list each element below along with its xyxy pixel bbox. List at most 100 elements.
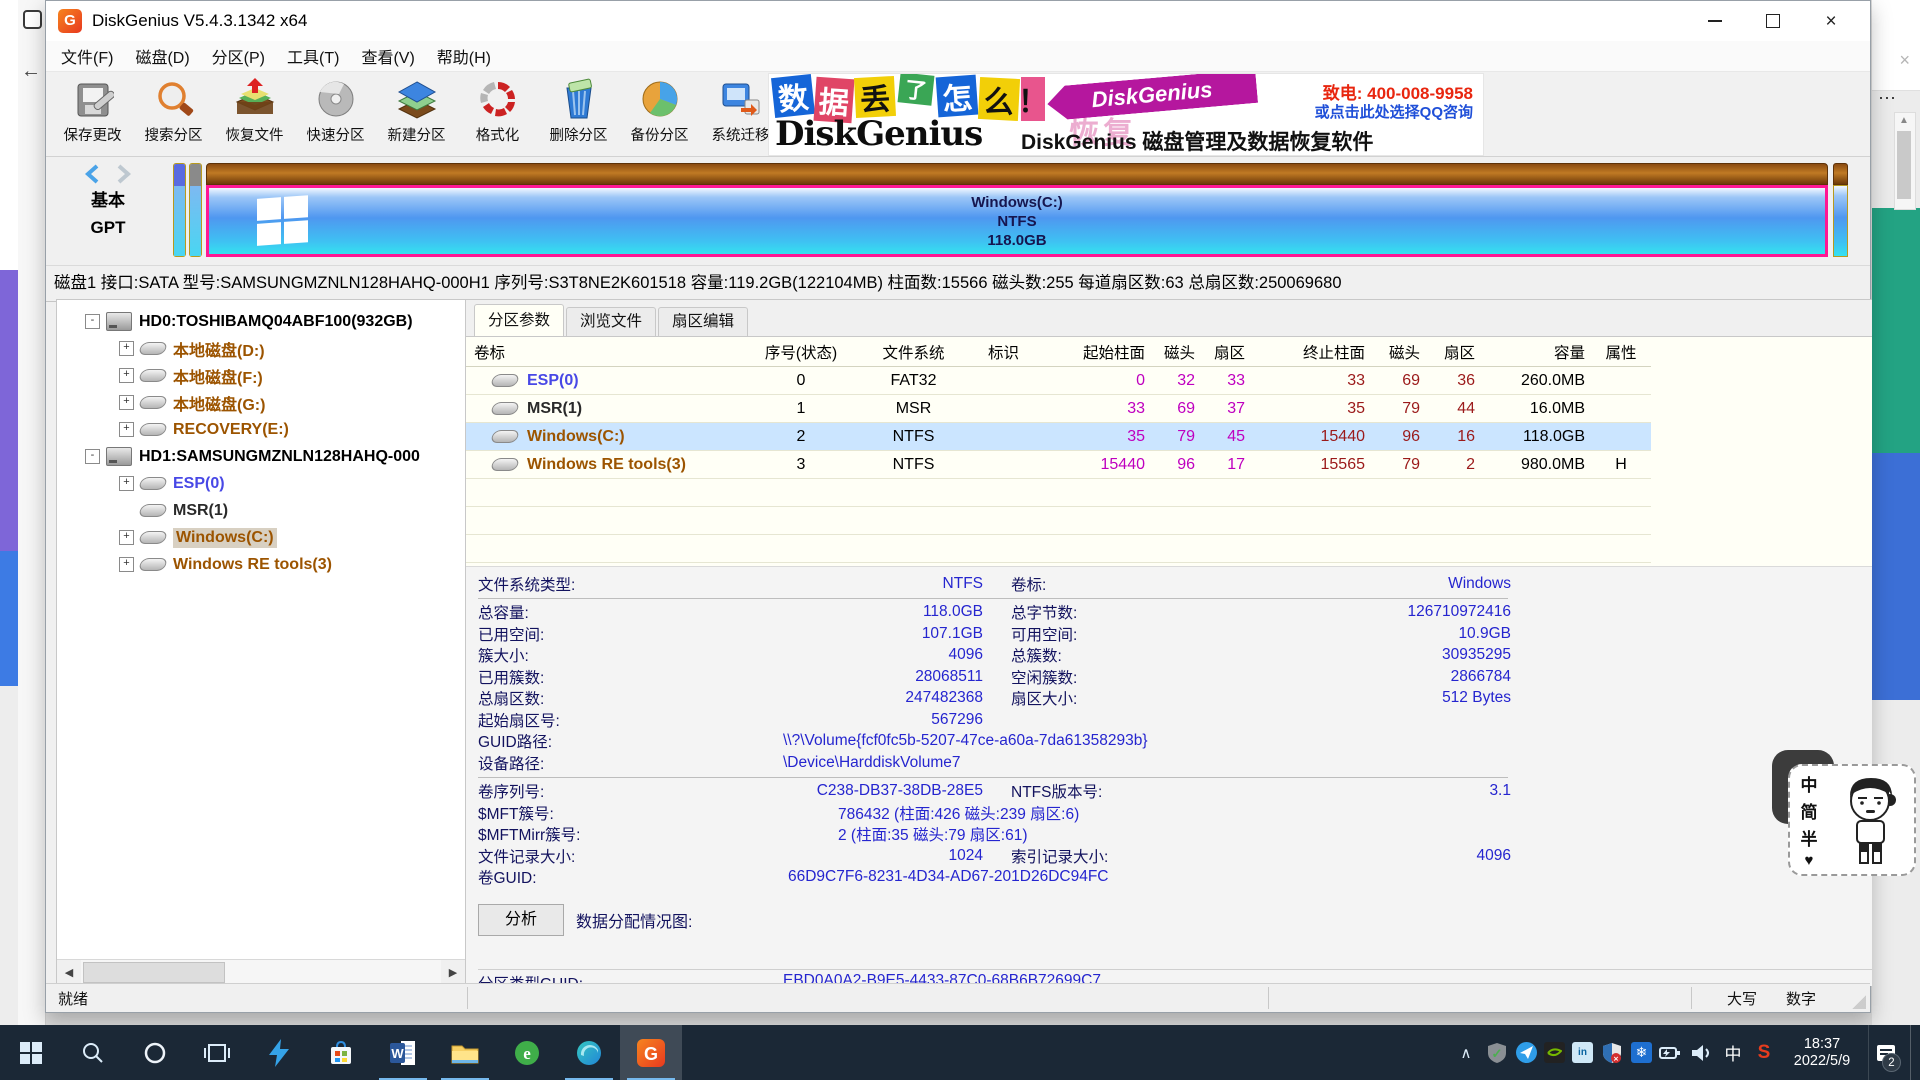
- menu-file[interactable]: 文件(F): [50, 44, 124, 68]
- start-button[interactable]: [0, 1025, 62, 1080]
- background-scrollbar[interactable]: ▲: [1894, 112, 1916, 210]
- recover-icon: [231, 77, 279, 123]
- tray-sogou-icon[interactable]: S: [1752, 1041, 1776, 1065]
- svg-text:×: ×: [1614, 1053, 1619, 1063]
- cortana-button[interactable]: [124, 1025, 186, 1080]
- diskgenius-window: G DiskGenius V5.4.3.1342 x64 × 文件(F) 磁盘(…: [45, 0, 1871, 1013]
- search-icon: [81, 1041, 105, 1065]
- delete-partition-button[interactable]: 删除分区: [538, 72, 619, 156]
- status-bar: 就绪 大写 数字: [46, 983, 1870, 1012]
- menu-view[interactable]: 查看(V): [350, 44, 425, 68]
- promo-banner[interactable]: 数 据 丢 了 怎 么 ！ 恢复 DiskGenius DiskGenius 致…: [768, 73, 1484, 156]
- background-titlebar-fragment: ×: [1872, 0, 1920, 91]
- save-changes-button[interactable]: 保存更改: [52, 72, 133, 156]
- tray-security-alert-icon[interactable]: ×: [1600, 1041, 1624, 1065]
- app-microsoft-store[interactable]: [310, 1025, 372, 1080]
- tab-sector-edit[interactable]: 扇区编辑: [658, 307, 748, 336]
- table-row-windows-re[interactable]: Windows RE tools(3) 3 NTFS 15440 96 17 1…: [466, 451, 1651, 479]
- app-flash-tool[interactable]: [248, 1025, 310, 1080]
- tray-intel-icon[interactable]: in: [1572, 1042, 1593, 1063]
- tree-item-hd0[interactable]: -HD0:TOSHIBAMQ04ABF100(932GB): [57, 308, 465, 335]
- app-diskgenius-active[interactable]: G: [620, 1025, 682, 1080]
- volume-icon: [138, 504, 168, 517]
- partition-tree-panel: -HD0:TOSHIBAMQ04ABF100(932GB) +本地磁盘(D:) …: [56, 299, 466, 986]
- maximize-button[interactable]: [1744, 1, 1802, 41]
- quick-partition-button[interactable]: 快速分区: [295, 72, 376, 156]
- ellipsis-icon[interactable]: ⋯: [1878, 88, 1898, 109]
- back-arrow-icon[interactable]: ←: [21, 60, 41, 83]
- resize-grip[interactable]: [1852, 995, 1866, 1009]
- tree-item-msr[interactable]: MSR(1): [57, 497, 465, 524]
- disk-icon: [106, 312, 132, 331]
- scroll-up-icon[interactable]: ▲: [1899, 115, 1909, 126]
- tab-browse-files[interactable]: 浏览文件: [566, 307, 656, 336]
- partition-bar-msr[interactable]: [189, 163, 202, 257]
- tree-item-local-f[interactable]: +本地磁盘(F:): [57, 362, 465, 389]
- table-row-msr[interactable]: MSR(1) 1 MSR 33 69 37 35 79 44 16.0MB: [466, 395, 1651, 423]
- backup-partition-button[interactable]: 备份分区: [619, 72, 700, 156]
- menu-help[interactable]: 帮助(H): [426, 44, 502, 68]
- tray-security-ok-icon[interactable]: ✓: [1485, 1041, 1509, 1065]
- show-desktop-button[interactable]: [1910, 1025, 1916, 1080]
- analyze-button[interactable]: 分析: [478, 904, 564, 936]
- menu-partition[interactable]: 分区(P): [201, 44, 276, 68]
- prev-disk-icon[interactable]: [82, 163, 104, 185]
- tree-item-recovery-e[interactable]: +RECOVERY(E:): [57, 416, 465, 443]
- table-row-windows-c-selected[interactable]: Windows(C:) 2 NTFS 35 79 45 15440 96 16 …: [466, 423, 1651, 451]
- tray-ime-mode[interactable]: 中: [1721, 1041, 1745, 1065]
- selected-tree-label: Windows(C:): [173, 528, 277, 548]
- tree-item-hd1[interactable]: -HD1:SAMSUNGMZNLN128HAHQ-000: [57, 443, 465, 470]
- app-word[interactable]: W: [372, 1025, 434, 1080]
- menu-disk[interactable]: 磁盘(D): [124, 44, 200, 68]
- partition-bar-re-tools[interactable]: [1833, 163, 1848, 257]
- scrollbar-thumb[interactable]: [1897, 131, 1911, 199]
- tree-item-windows-c[interactable]: +Windows(C:): [57, 524, 465, 551]
- tree-item-local-g[interactable]: +本地磁盘(G:): [57, 389, 465, 416]
- menu-tools[interactable]: 工具(T): [276, 44, 350, 68]
- tray-power-icon[interactable]: [1659, 1041, 1683, 1065]
- table-row-esp[interactable]: ESP(0) 0 FAT32 0 32 33 33 69 36 260.0MB: [466, 367, 1651, 395]
- tray-expand-icon[interactable]: ∧: [1454, 1041, 1478, 1065]
- tree-horizontal-scrollbar[interactable]: ◀ ▶: [57, 959, 465, 985]
- tree-item-windows-re[interactable]: +Windows RE tools(3): [57, 551, 465, 578]
- app-file-explorer[interactable]: [434, 1025, 496, 1080]
- tray-volume-icon[interactable]: [1690, 1041, 1714, 1065]
- volume-icon: [138, 477, 168, 490]
- banner-char-tile: ！: [1021, 77, 1045, 121]
- tray-snowflake-icon[interactable]: ❄: [1631, 1042, 1652, 1063]
- recover-files-button[interactable]: 恢复文件: [214, 72, 295, 156]
- next-disk-icon[interactable]: [112, 163, 134, 185]
- minimize-button[interactable]: [1686, 1, 1744, 41]
- partition-bar-esp[interactable]: [173, 163, 186, 257]
- ime-floating-widget[interactable]: 中 简 半 ♥: [1788, 764, 1916, 876]
- action-center-button[interactable]: 2: [1868, 1025, 1903, 1080]
- tree-item-local-d[interactable]: +本地磁盘(D:): [57, 335, 465, 362]
- partition-bar-windows-c[interactable]: Windows(C:) NTFS 118.0GB: [206, 163, 1828, 257]
- taskbar-search-button[interactable]: [62, 1025, 124, 1080]
- divider: [467, 987, 468, 1009]
- scroll-left-icon[interactable]: ◀: [57, 960, 81, 985]
- tray-nvidia-icon[interactable]: [1544, 1042, 1565, 1063]
- task-view-button[interactable]: [186, 1025, 248, 1080]
- close-icon: ×: [1825, 12, 1836, 31]
- scroll-right-icon[interactable]: ▶: [441, 960, 465, 985]
- tray-messenger-icon[interactable]: [1516, 1042, 1537, 1063]
- tab-partition-params[interactable]: 分区参数: [474, 304, 564, 336]
- search-partition-button[interactable]: 搜索分区: [133, 72, 214, 156]
- migrate-icon: [717, 77, 765, 123]
- format-button[interactable]: 格式化: [457, 72, 538, 156]
- background-close-icon: ×: [1899, 50, 1910, 71]
- banner-qq-link[interactable]: 或点击此处选择QQ咨询: [1315, 101, 1473, 122]
- wallpaper-purple-strip: [0, 270, 18, 551]
- task-view-icon: [204, 1041, 230, 1065]
- close-button[interactable]: ×: [1802, 1, 1860, 41]
- magnifier-icon: [150, 77, 198, 123]
- scrollbar-thumb[interactable]: [83, 962, 225, 983]
- tree-item-esp[interactable]: +ESP(0): [57, 470, 465, 497]
- taskbar-clock[interactable]: 18:37 2022/5/9: [1783, 1036, 1861, 1070]
- app-edge[interactable]: [558, 1025, 620, 1080]
- new-partition-button[interactable]: 新建分区: [376, 72, 457, 156]
- green-e-icon: e: [513, 1039, 541, 1067]
- app-browser-green[interactable]: e: [496, 1025, 558, 1080]
- table-empty-row: [466, 507, 1651, 535]
